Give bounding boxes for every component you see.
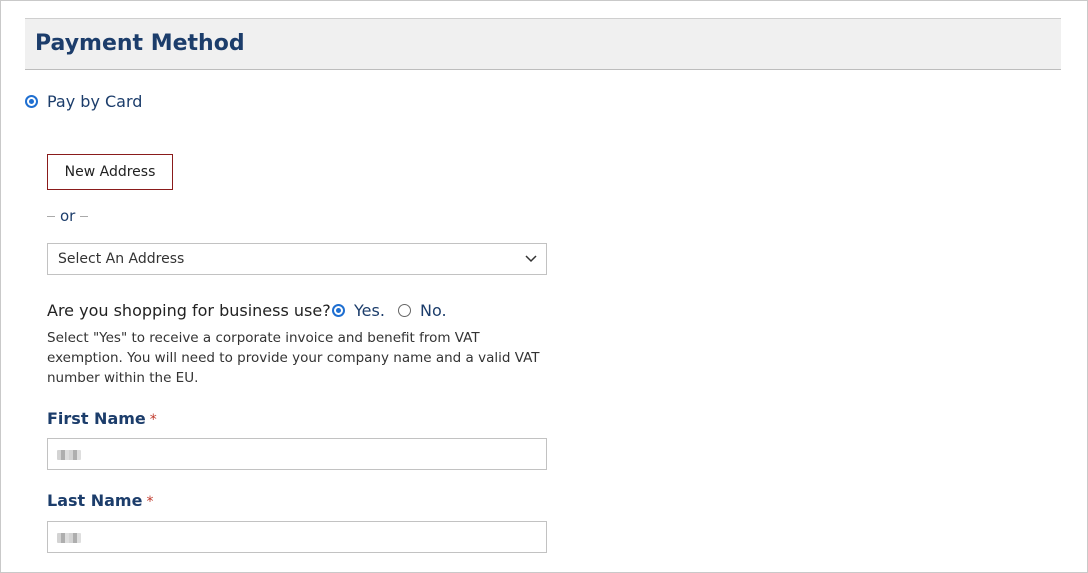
business-use-question: Are you shopping for business use? xyxy=(47,301,331,320)
section-title: Payment Method xyxy=(35,31,245,56)
required-mark: * xyxy=(146,494,154,510)
redacted-first-name xyxy=(57,450,81,460)
address-select[interactable]: Select An Address xyxy=(47,243,547,275)
redacted-last-name xyxy=(57,533,81,543)
page-frame xyxy=(0,0,1088,573)
business-no-radio[interactable] xyxy=(398,304,411,317)
required-mark: * xyxy=(149,412,157,428)
chevron-down-icon xyxy=(525,255,537,263)
payment-method-header: Payment Method xyxy=(25,18,1061,70)
last-name-label-text: Last Name xyxy=(47,491,143,510)
business-help-text: Select "Yes" to receive a corporate invo… xyxy=(47,330,540,386)
last-name-label: Last Name * xyxy=(47,491,153,510)
business-yes-label[interactable]: Yes. xyxy=(354,301,385,320)
or-separator: or xyxy=(47,206,93,226)
business-no-label[interactable]: No. xyxy=(420,301,447,320)
first-name-label: First Name * xyxy=(47,409,157,428)
pay-by-card-label[interactable]: Pay by Card xyxy=(47,92,142,111)
first-name-label-text: First Name xyxy=(47,409,146,428)
address-select-value: Select An Address xyxy=(58,251,185,267)
pay-by-card-radio[interactable] xyxy=(25,95,38,108)
new-address-button[interactable]: New Address xyxy=(47,154,173,190)
separator-dash-right xyxy=(80,215,89,217)
or-text: or xyxy=(60,207,76,225)
separator-dash-left xyxy=(47,215,55,217)
business-yes-radio[interactable] xyxy=(332,304,345,317)
last-name-input[interactable] xyxy=(47,521,547,553)
first-name-input[interactable] xyxy=(47,438,547,470)
